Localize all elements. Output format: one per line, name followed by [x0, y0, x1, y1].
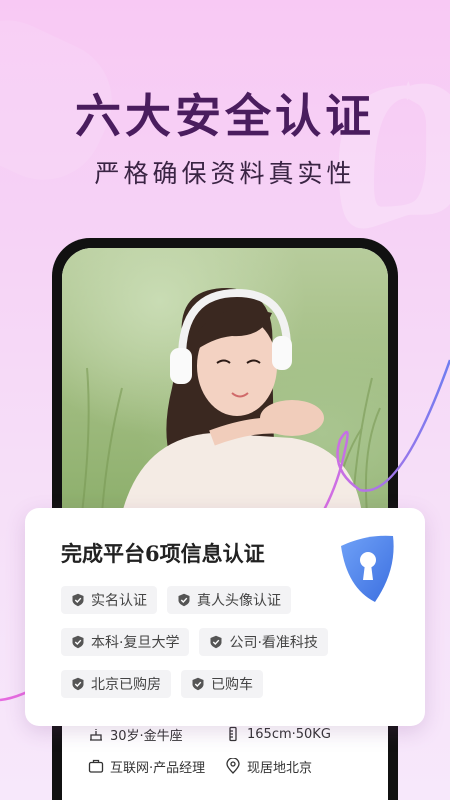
height-weight-text: 165cm·50KG: [247, 726, 331, 742]
tag-label: 真人头像认证: [197, 593, 281, 609]
verified-badge-icon: [210, 635, 222, 649]
tag-label: 北京已购房: [91, 677, 161, 693]
certification-tags: 实名认证 真人头像认证 本科·复旦大学 公司·看准科技 北京已购房 已购车: [61, 586, 405, 712]
headline: 六大安全认证: [75, 89, 375, 143]
tag-label: 本科·复旦大学: [91, 635, 180, 651]
verified-badge-icon: [178, 593, 190, 607]
tag-label: 已购车: [211, 677, 253, 693]
verified-badge-icon: [72, 593, 84, 607]
location-pin-icon: [225, 758, 241, 774]
girl-illustration: [81, 288, 381, 514]
card-title: 完成平台6项信息认证: [61, 541, 265, 566]
age-sign-text: 30岁·金牛座: [110, 728, 183, 744]
tag-house: 北京已购房: [61, 670, 171, 698]
cake-icon: [88, 726, 104, 742]
tag-real-avatar: 真人头像认证: [167, 586, 291, 614]
verified-badge-icon: [72, 635, 84, 649]
tag-car: 已购车: [181, 670, 263, 698]
verified-badge-icon: [72, 677, 84, 691]
subheadline: 严格确保资料真实性: [94, 159, 356, 188]
tag-real-name: 实名认证: [61, 586, 157, 614]
job-text: 互联网·产品经理: [110, 760, 206, 776]
certification-card: 完成平台6项信息认证 实名认证 真人头像认证 本科·复旦大学 公司·看准科技 北…: [25, 508, 425, 726]
verified-badge-icon: [192, 677, 204, 691]
ruler-icon: [225, 726, 241, 742]
briefcase-icon: [88, 758, 104, 774]
profile-photo: [62, 248, 388, 514]
location-text: 现居地北京: [247, 760, 313, 776]
tag-company: 公司·看准科技: [199, 628, 328, 656]
tag-education: 本科·复旦大学: [61, 628, 190, 656]
profile-info: 30岁·金牛座 165cm·50KG 互联网·产品经理 现居地北京: [62, 718, 388, 782]
tag-label: 公司·看准科技: [229, 635, 318, 651]
tag-label: 实名认证: [91, 593, 147, 609]
